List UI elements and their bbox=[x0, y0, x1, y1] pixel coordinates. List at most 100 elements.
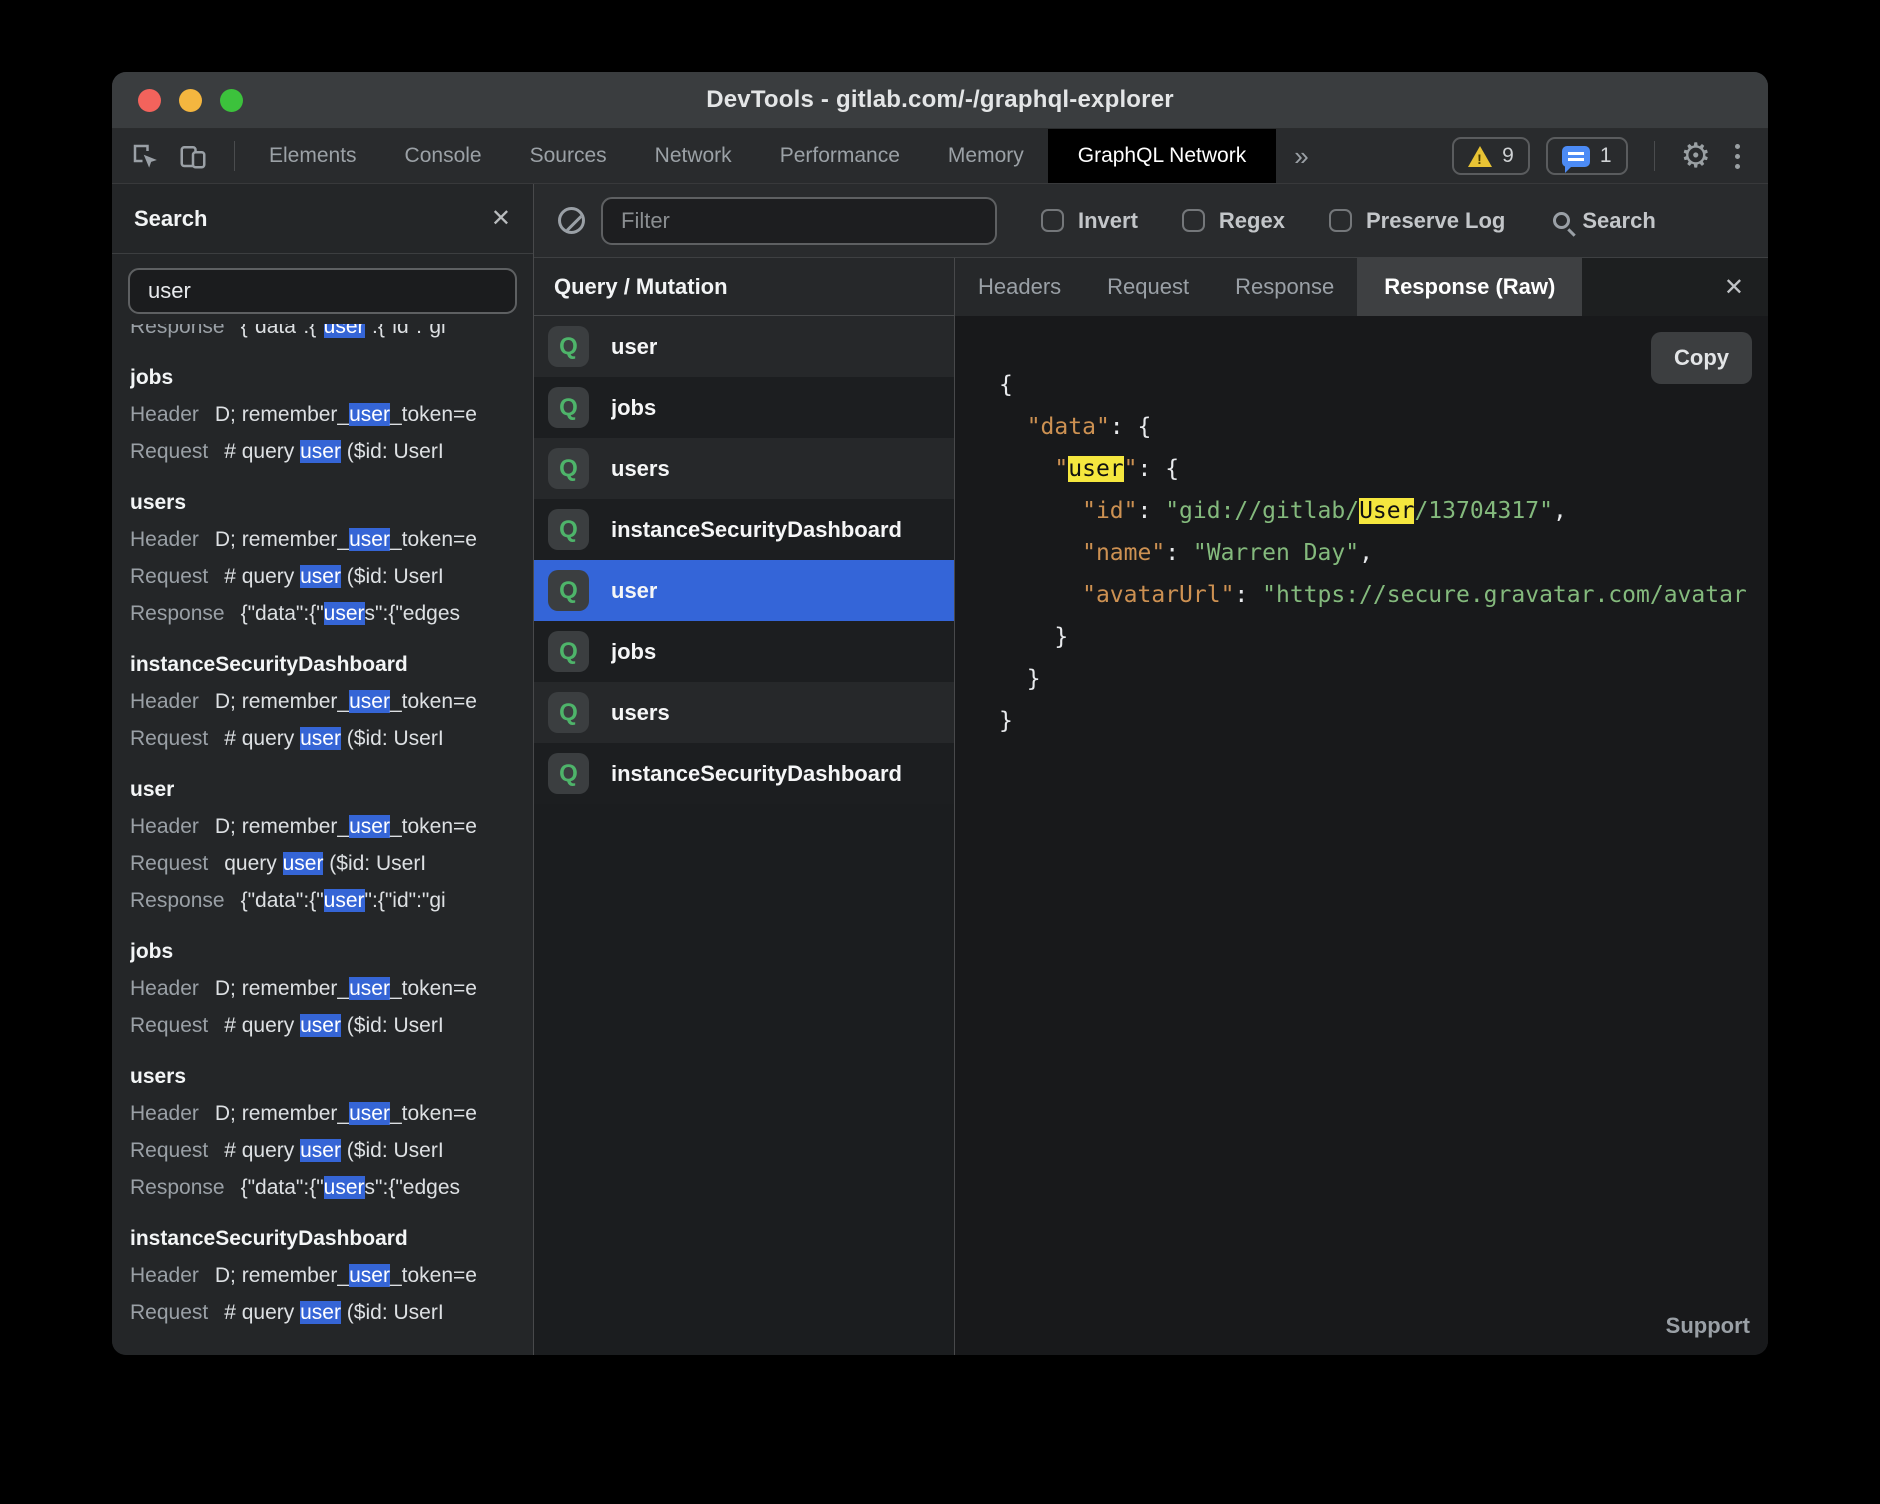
query-list-item-user[interactable]: Quser bbox=[534, 560, 954, 621]
tab-graphql-network[interactable]: GraphQL Network bbox=[1048, 129, 1276, 183]
query-list-item-users[interactable]: Qusers bbox=[534, 438, 954, 499]
search-result-row[interactable]: Request# query user ($id: UserI bbox=[130, 558, 533, 595]
tab-performance[interactable]: Performance bbox=[756, 129, 924, 183]
search-result-row[interactable]: Request# query user ($id: UserI bbox=[130, 1294, 533, 1331]
checkbox-box-preserve-log[interactable] bbox=[1329, 209, 1352, 232]
search-text-segment: # query bbox=[224, 727, 300, 750]
search-result-row[interactable]: Request# query user ($id: UserI bbox=[130, 1007, 533, 1044]
screen: DevTools - gitlab.com/-/graphql-explorer bbox=[0, 0, 1880, 1504]
json-token: /13704317" bbox=[1414, 498, 1552, 524]
detail-tab-request[interactable]: Request bbox=[1084, 258, 1212, 316]
search-result-row[interactable]: Request# query user ($id: UserI bbox=[130, 1132, 533, 1169]
search-result-text: # query user ($id: UserI bbox=[224, 720, 443, 757]
json-line: "avatarUrl": "https://secure.gravatar.co… bbox=[999, 574, 1768, 616]
search-result-row[interactable]: Requestquery user ($id: UserI bbox=[130, 845, 533, 882]
tab-console[interactable]: Console bbox=[381, 129, 506, 183]
search-result-text: D; remember_user_token=e bbox=[215, 683, 477, 720]
search-match-highlight: user bbox=[324, 889, 365, 912]
search-text-segment: ($id: UserI bbox=[341, 565, 444, 588]
checkbox-preserve-log[interactable]: Preserve Log bbox=[1329, 208, 1505, 234]
tab-memory[interactable]: Memory bbox=[924, 129, 1048, 183]
search-toggle[interactable]: Search bbox=[1553, 208, 1655, 234]
query-list-item-label: user bbox=[611, 334, 657, 360]
clear-log-icon[interactable] bbox=[558, 207, 585, 234]
search-result-row[interactable]: HeaderD; remember_user_token=e bbox=[130, 1257, 533, 1294]
search-match-highlight: user bbox=[349, 815, 390, 838]
tab-elements[interactable]: Elements bbox=[245, 129, 381, 183]
search-text-segment: ($id: UserI bbox=[323, 852, 426, 875]
search-result-row[interactable]: HeaderD; remember_user_token=e bbox=[130, 970, 533, 1007]
checkbox-invert[interactable]: Invert bbox=[1041, 208, 1138, 234]
search-result-row[interactable]: Response{"data":{"users":{"edges bbox=[130, 595, 533, 632]
query-type-badge: Q bbox=[548, 753, 589, 794]
query-list-item-user[interactable]: Quser bbox=[534, 316, 954, 377]
search-result-label: Header bbox=[130, 521, 199, 558]
json-token: "gid://gitlab/ bbox=[1165, 498, 1359, 524]
json-token: : bbox=[1137, 498, 1165, 524]
json-token: : bbox=[1165, 540, 1193, 566]
filter-input[interactable] bbox=[601, 197, 997, 245]
json-token: } bbox=[999, 708, 1013, 734]
copy-button[interactable]: Copy bbox=[1651, 332, 1752, 384]
issues-count: 1 bbox=[1600, 144, 1612, 168]
search-result-row[interactable]: HeaderD; remember_user_token=e bbox=[130, 683, 533, 720]
issues-badge[interactable]: 1 bbox=[1546, 137, 1628, 175]
support-link[interactable]: Support bbox=[1666, 1313, 1750, 1339]
more-tabs-chevron-icon[interactable]: » bbox=[1276, 129, 1326, 183]
settings-gear-icon[interactable]: ⚙ bbox=[1681, 139, 1711, 173]
search-result-row[interactable]: HeaderD; remember_user_token=e bbox=[130, 396, 533, 433]
query-list-item-instancesecuritydashboard[interactable]: QinstanceSecurityDashboard bbox=[534, 499, 954, 560]
detail-tab-response-raw[interactable]: Response (Raw) bbox=[1357, 258, 1582, 316]
json-token bbox=[999, 456, 1054, 482]
search-result-group: jobsHeaderD; remember_user_token=eReques… bbox=[130, 359, 533, 470]
checkbox-box-invert[interactable] bbox=[1041, 209, 1064, 232]
checkbox-label-preserve-log: Preserve Log bbox=[1366, 208, 1505, 234]
kebab-menu-icon[interactable] bbox=[1735, 154, 1740, 159]
search-result-row[interactable]: HeaderD; remember_user_token=e bbox=[130, 1095, 533, 1132]
warnings-badge[interactable]: ! 9 bbox=[1452, 137, 1530, 175]
tab-sources[interactable]: Sources bbox=[506, 129, 631, 183]
query-list: QuserQjobsQusersQinstanceSecurityDashboa… bbox=[534, 316, 954, 1355]
checkbox-box-regex[interactable] bbox=[1182, 209, 1205, 232]
search-result-label: Response bbox=[130, 1169, 225, 1206]
detail-tab-headers[interactable]: Headers bbox=[955, 258, 1084, 316]
search-result-row[interactable]: Request# query user ($id: UserI bbox=[130, 433, 533, 470]
detail-close-icon[interactable]: ✕ bbox=[1700, 258, 1768, 316]
search-text-segment: ($id: UserI bbox=[341, 727, 444, 750]
search-result-row[interactable]: Response{"data":{"user":{"id":"gi bbox=[130, 882, 533, 919]
checkbox-regex[interactable]: Regex bbox=[1182, 208, 1285, 234]
query-list-item-users[interactable]: Qusers bbox=[534, 682, 954, 743]
search-result-group: Response{"data":{"user":{"id":"gi bbox=[130, 324, 533, 345]
search-icon bbox=[1553, 212, 1570, 229]
inspect-element-icon[interactable] bbox=[128, 139, 162, 173]
devtools-window: DevTools - gitlab.com/-/graphql-explorer bbox=[112, 72, 1768, 1355]
detail-tab-response[interactable]: Response bbox=[1212, 258, 1357, 316]
device-toolbar-icon[interactable] bbox=[176, 139, 210, 173]
search-panel-close-icon[interactable]: ✕ bbox=[491, 204, 511, 233]
search-text-segment: _token=e bbox=[390, 815, 477, 838]
search-result-label: Request bbox=[130, 1132, 208, 1169]
json-token: "https://secure.gravatar.com/avatar bbox=[1262, 582, 1747, 608]
json-token: { bbox=[1165, 456, 1179, 482]
search-text-segment: # query bbox=[224, 1014, 300, 1037]
checkbox-label-invert: Invert bbox=[1078, 208, 1138, 234]
search-input[interactable] bbox=[128, 268, 517, 314]
tab-network[interactable]: Network bbox=[631, 129, 756, 183]
search-result-row[interactable]: Response{"data":{"users":{"edges bbox=[130, 1169, 533, 1206]
search-result-row[interactable]: HeaderD; remember_user_token=e bbox=[130, 521, 533, 558]
search-result-text: D; remember_user_token=e bbox=[215, 396, 477, 433]
search-result-row[interactable]: HeaderD; remember_user_token=e bbox=[130, 808, 533, 845]
query-list-item-jobs[interactable]: Qjobs bbox=[534, 377, 954, 438]
json-match-highlight: User bbox=[1359, 498, 1414, 524]
search-text-segment: _token=e bbox=[390, 403, 477, 426]
search-result-text: D; remember_user_token=e bbox=[215, 970, 477, 1007]
warning-count: 9 bbox=[1502, 144, 1514, 168]
detail-panel: HeadersRequestResponseResponse (Raw) ✕ C… bbox=[955, 258, 1768, 1355]
query-list-item-jobs[interactable]: Qjobs bbox=[534, 621, 954, 682]
json-token bbox=[999, 582, 1082, 608]
search-result-row[interactable]: Response{"data":{"user":{"id":"gi bbox=[130, 324, 446, 345]
query-list-item-instancesecuritydashboard[interactable]: QinstanceSecurityDashboard bbox=[534, 743, 954, 804]
search-result-row[interactable]: Request# query user ($id: UserI bbox=[130, 720, 533, 757]
search-text-segment: # query bbox=[224, 1139, 300, 1162]
search-result-group: usersHeaderD; remember_user_token=eReque… bbox=[130, 1058, 533, 1206]
